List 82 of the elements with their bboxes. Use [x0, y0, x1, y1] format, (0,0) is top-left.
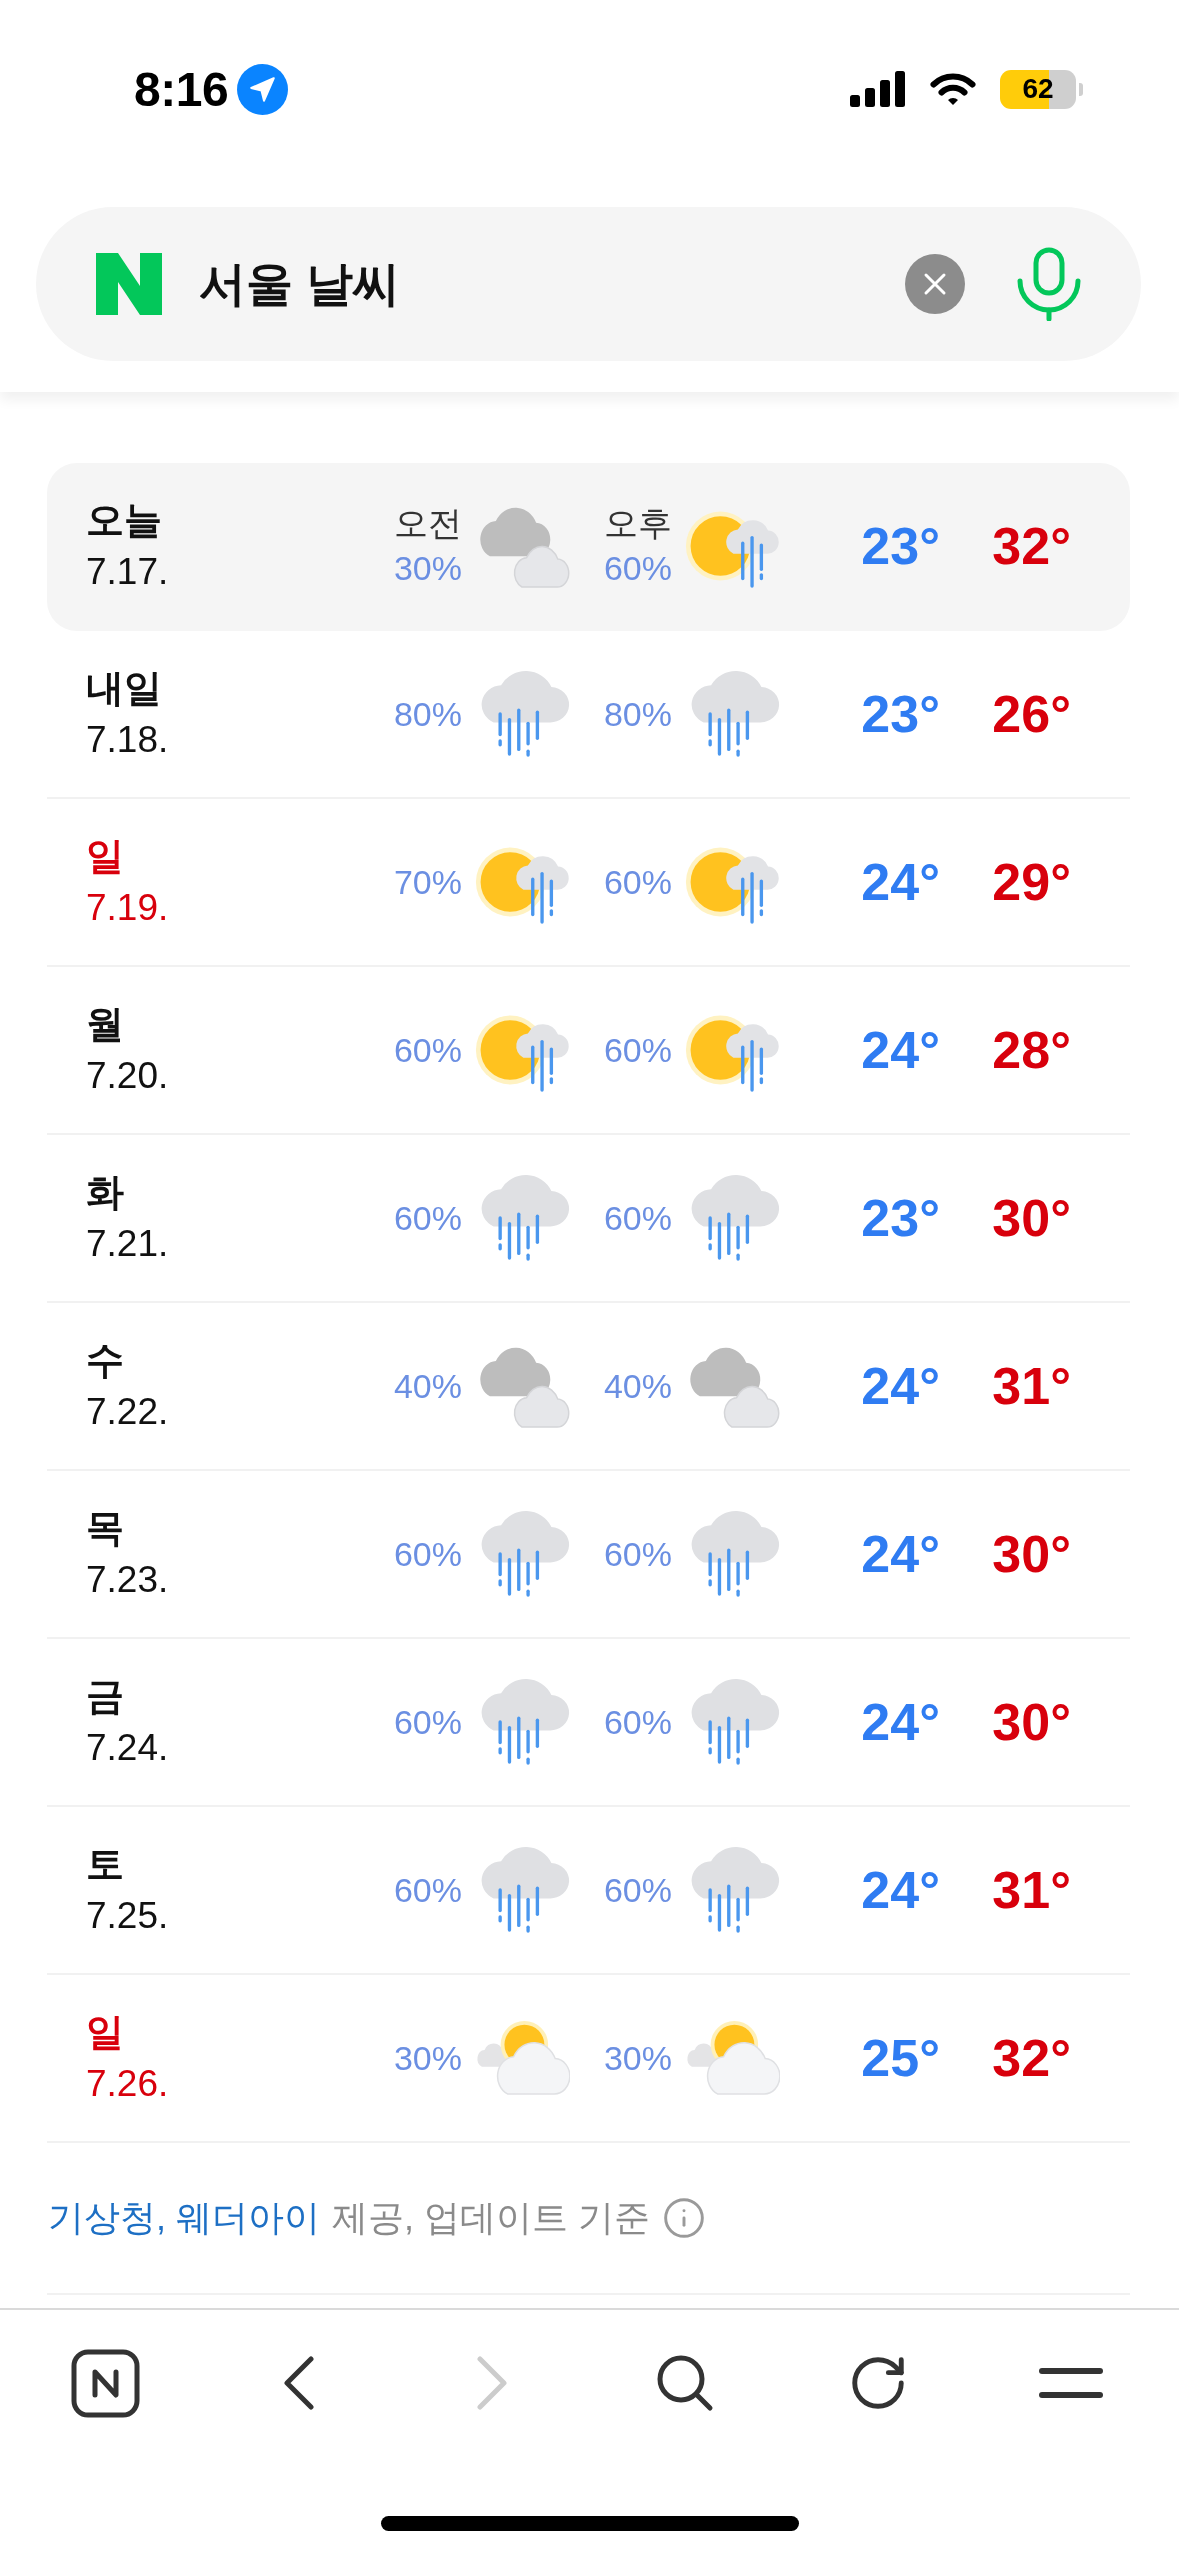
high-temperature: 28°: [992, 1020, 1071, 1080]
source-note: 제공, 업데이트 기준: [332, 2195, 651, 2240]
low-temperature: 24°: [861, 852, 940, 912]
low-temperature: 24°: [861, 1860, 940, 1920]
high-temperature: 30°: [992, 1188, 1071, 1248]
wifi-icon: [928, 71, 978, 107]
search-field[interactable]: 서울 날씨: [199, 252, 905, 316]
high-temperature: 32°: [992, 516, 1071, 576]
low-temperature: 24°: [861, 1020, 940, 1080]
logo-icon: [96, 253, 162, 315]
day-label: 수: [86, 1338, 124, 1384]
signal-icon: [850, 71, 906, 107]
rain-chance: 60%: [393, 1533, 462, 1575]
day-label: 토: [86, 1842, 124, 1888]
back-button[interactable]: [283, 2356, 314, 2410]
home-button[interactable]: [71, 2348, 140, 2418]
menu-icon: [1037, 2367, 1104, 2399]
date-label: 7.19.: [86, 885, 169, 930]
high-temperature: 30°: [992, 1692, 1071, 1752]
chevron-left-icon: [283, 2356, 314, 2410]
menu-button[interactable]: [1037, 2367, 1104, 2399]
day-label: 오늘: [86, 498, 162, 544]
day-label: 월: [86, 1002, 124, 1048]
day-label: 일: [86, 2010, 124, 2056]
high-temperature: 31°: [992, 1860, 1071, 1920]
low-temperature: 24°: [861, 1692, 940, 1752]
rain-chance: 60%: [603, 1029, 672, 1071]
period-label: 오후: [603, 503, 672, 544]
day-label: 금: [86, 1674, 124, 1720]
rain-chance: 60%: [603, 1197, 672, 1239]
rain-chance: 30%: [393, 2037, 462, 2079]
low-temperature: 23°: [861, 516, 940, 576]
date-label: 7.22.: [86, 1389, 169, 1434]
rain-chance: 60%: [603, 1701, 672, 1743]
low-temperature: 23°: [861, 1188, 940, 1248]
low-temperature: 24°: [861, 1524, 940, 1584]
rain-chance: 60%: [603, 1533, 672, 1575]
rain-chance: 30%: [393, 548, 462, 589]
provider-link[interactable]: 기상청, 웨더아이: [48, 2193, 320, 2243]
date-label: 7.21.: [86, 1221, 169, 1266]
high-temperature: 26°: [992, 684, 1071, 744]
rain-chance: 60%: [603, 861, 672, 903]
low-temperature: 24°: [861, 1356, 940, 1416]
low-temperature: 23°: [861, 684, 940, 744]
search-button[interactable]: [655, 2354, 714, 2412]
date-label: 7.25.: [86, 1893, 169, 1938]
clear-button[interactable]: [905, 254, 965, 314]
rain-chance: 60%: [603, 548, 672, 589]
rain-chance: 60%: [393, 1701, 462, 1743]
rain-chance: 70%: [393, 861, 462, 903]
high-temperature: 29°: [992, 852, 1071, 912]
rain-chance: 60%: [603, 1869, 672, 1911]
date-label: 7.17.: [86, 549, 169, 594]
date-label: 7.20.: [86, 1053, 169, 1098]
period-label: 오전: [393, 503, 462, 544]
date-label: 7.26.: [86, 2061, 169, 2106]
rain-chance: 60%: [393, 1197, 462, 1239]
rain-chance: 60%: [393, 1029, 462, 1071]
rain-chance: 80%: [603, 693, 672, 735]
day-label: 목: [86, 1506, 124, 1552]
date-label: 7.18.: [86, 717, 169, 762]
day-label: 내일: [86, 666, 162, 712]
date-label: 7.24.: [86, 1725, 169, 1770]
high-temperature: 32°: [992, 2028, 1071, 2088]
rain-chance: 40%: [393, 1365, 462, 1407]
info-icon[interactable]: [662, 2196, 707, 2240]
close-icon: [923, 272, 947, 296]
date-label: 7.23.: [86, 1557, 169, 1602]
high-temperature: 30°: [992, 1524, 1071, 1584]
chevron-right-icon: [476, 2356, 507, 2410]
search-icon: [655, 2354, 714, 2412]
rain-chance: 40%: [603, 1365, 672, 1407]
clock-time: 8:16: [134, 61, 229, 117]
low-temperature: 25°: [861, 2028, 940, 2088]
rain-chance: 80%: [393, 693, 462, 735]
day-label: 화: [86, 1170, 124, 1216]
logo-square-icon: [71, 2348, 140, 2418]
day-label: 일: [86, 834, 124, 880]
microphone-icon: [1015, 247, 1083, 321]
high-temperature: 31°: [992, 1356, 1071, 1416]
rain-chance: 60%: [393, 1869, 462, 1911]
rain-chance: 30%: [603, 2037, 672, 2079]
